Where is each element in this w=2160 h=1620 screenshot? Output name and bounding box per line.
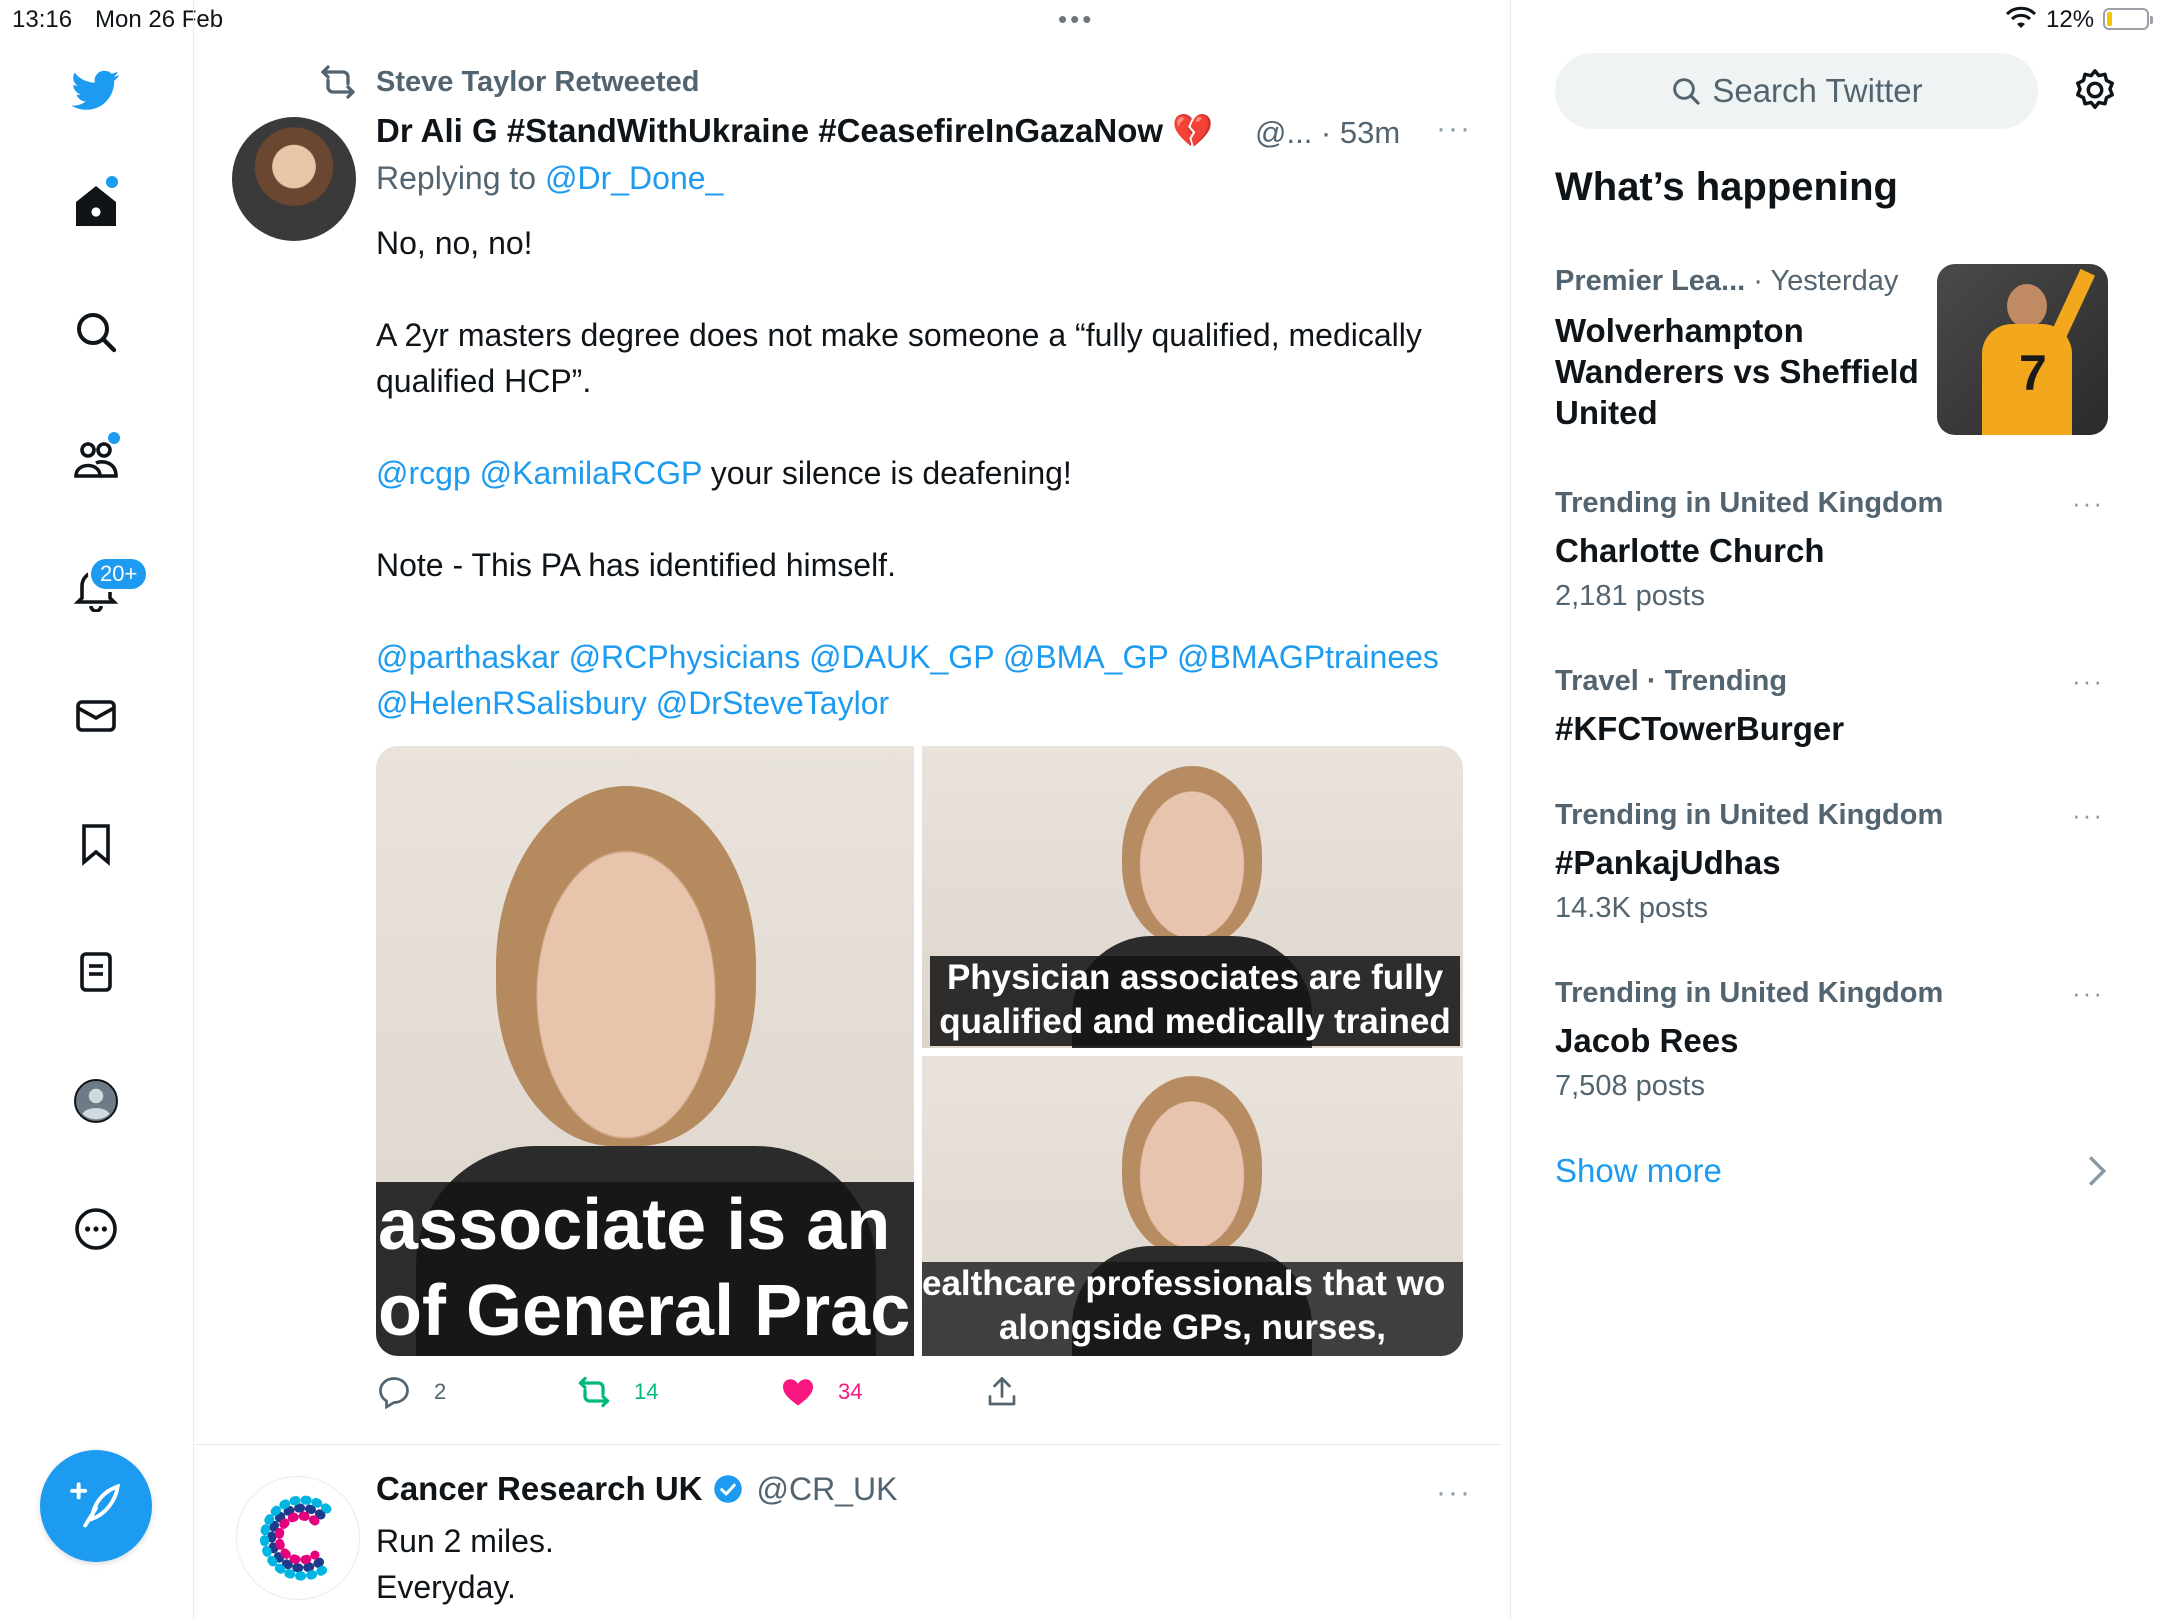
mention-links[interactable]: @parthaskar @RCPhysicians @DAUK_GP @BMA_…	[376, 634, 1476, 726]
messages-icon[interactable]	[68, 688, 124, 744]
trend-title: #KFCTowerBurger	[1555, 710, 1845, 747]
trend-category: Premier Lea...	[1555, 265, 1746, 297]
trend-more-button[interactable]: ···	[2072, 666, 2104, 697]
trend-more-button[interactable]: ···	[2072, 800, 2104, 831]
battery-icon	[2103, 8, 2153, 30]
share-icon	[988, 1377, 1016, 1406]
feather-plus-icon	[70, 1482, 121, 1528]
show-more-link[interactable]: Show more	[1555, 1152, 1722, 1190]
author-handle[interactable]: @CR_UK	[757, 1471, 898, 1508]
tweet-line: Everyday.	[376, 1569, 516, 1605]
heart-filled-icon	[783, 1379, 813, 1406]
wifi-icon	[2006, 6, 2036, 28]
replying-to-label: Replying to	[376, 160, 537, 196]
search-input[interactable]: Search Twitter	[1555, 53, 2038, 129]
sidebar-divider	[1510, 0, 1511, 1620]
profile-avatar-icon[interactable]	[68, 1073, 124, 1129]
trend-title: #PankajUdhas	[1555, 844, 1781, 881]
video-caption: Physician associates are fully	[946, 958, 1444, 997]
trend-post-count: 14.3K posts	[1555, 892, 1709, 924]
search-icon[interactable]	[68, 304, 124, 360]
tweet-line-text: your silence is deafening!	[701, 455, 1072, 491]
reply-count: 2	[434, 1379, 447, 1404]
battery-percent: 12%	[2046, 6, 2095, 33]
home-unread-dot	[106, 176, 118, 188]
trend-category: Trending in United Kingdom	[1555, 799, 1944, 831]
twitter-logo-icon[interactable]	[68, 62, 124, 118]
video-caption: of General Prac	[378, 1271, 911, 1351]
compose-tweet-button[interactable]	[40, 1450, 152, 1562]
tweet-line: @rcgp @KamilaRCGP your silence is deafen…	[376, 450, 1476, 496]
trend-category: Trending in United Kingdom	[1555, 487, 1944, 519]
tweet-more-button[interactable]: ···	[1436, 112, 1472, 146]
retweet-icon	[578, 1376, 610, 1408]
author-handle-time[interactable]: @... · 53m	[1255, 115, 1400, 151]
trend-thumbnail: 7	[1937, 264, 2108, 435]
trend-time: · Yesterday	[1745, 265, 1899, 297]
trend-category: Trending in United Kingdom	[1555, 977, 1944, 1009]
video-caption: associate is an	[378, 1185, 891, 1265]
retweeted-by-label: Steve Taylor Retweeted	[376, 65, 700, 98]
communities-unread-dot	[108, 432, 120, 444]
lists-icon[interactable]	[68, 944, 124, 1000]
status-time: 13:16	[12, 6, 73, 33]
trend-title: Charlotte Church	[1555, 532, 1825, 569]
tweet-line: No, no, no!	[376, 225, 533, 261]
cancer-research-uk-logo[interactable]	[236, 1476, 360, 1600]
media-grid: associate is an of General Prac Physicia…	[376, 746, 1463, 1356]
author-name-row: Cancer Research UK @CR_UK	[376, 1470, 897, 1508]
share-button[interactable]	[984, 1374, 1042, 1410]
communities-icon[interactable]	[68, 432, 124, 488]
section-title: What’s happening	[1555, 165, 1898, 209]
video-caption: qualified and medically trained	[939, 1002, 1451, 1041]
verified-badge-icon	[713, 1475, 742, 1503]
like-count: 34	[838, 1379, 863, 1404]
author-avatar[interactable]	[232, 117, 356, 241]
home-icon[interactable]	[68, 176, 124, 234]
trend-title: Jacob Rees	[1555, 1022, 1739, 1059]
multitask-dots[interactable]: •••	[1058, 4, 1094, 35]
trend-title: Wolverhampton Wanderers vs Sheffield Uni…	[1555, 312, 1919, 431]
trend-post-count: 7,508 posts	[1555, 1070, 1705, 1102]
video-thumbnail-top-right[interactable]: Physician associates are fully qualified…	[922, 746, 1463, 1048]
search-icon	[1673, 78, 1700, 105]
trend-category: Travel · Trending	[1555, 665, 1788, 697]
video-thumbnail-large[interactable]: associate is an of General Prac	[376, 746, 914, 1356]
more-options-icon[interactable]	[68, 1201, 124, 1257]
retweet-context: Steve Taylor Retweeted	[318, 62, 699, 102]
video-thumbnail-bottom-right[interactable]: ealthcare professionals that wo alongsid…	[922, 1056, 1463, 1356]
bookmarks-icon[interactable]	[68, 816, 124, 872]
reply-icon	[379, 1377, 409, 1410]
video-caption: ealthcare professionals that wo	[922, 1264, 1446, 1303]
tweet-more-button[interactable]: ···	[1436, 1476, 1472, 1510]
search-placeholder: Search Twitter	[1712, 72, 1923, 109]
tweet-line: Run 2 miles.	[376, 1523, 554, 1559]
mention-links[interactable]: @rcgp @KamilaRCGP	[376, 455, 702, 491]
chevron-right-icon	[2088, 1156, 2107, 1186]
author-name[interactable]: Cancer Research UK	[376, 1470, 703, 1508]
trend-meta: Premier Lea... · Yesterday	[1555, 265, 1898, 298]
tweet-separator	[193, 1444, 1501, 1445]
nav-divider	[193, 0, 194, 1620]
status-bar: 13:16 Mon 26 Feb ••• 12%	[0, 0, 2160, 40]
trend-more-button[interactable]: ···	[2072, 488, 2104, 519]
settings-gear-icon[interactable]	[2072, 67, 2118, 113]
retweet-icon	[321, 65, 355, 99]
notifications-badge: 20+	[88, 556, 150, 592]
tweet-line: A 2yr masters degree does not make someo…	[376, 317, 1422, 399]
like-button[interactable]: 34	[780, 1374, 862, 1410]
tweet-body: No, no, no! A 2yr masters degree does no…	[376, 220, 1476, 772]
tweet-body: Run 2 miles. Everyday.	[376, 1518, 554, 1610]
video-caption: alongside GPs, nurses,	[998, 1308, 1387, 1347]
tweet-line: Note - This PA has identified himself.	[376, 547, 896, 583]
retweet-button[interactable]: 14	[576, 1374, 658, 1410]
trend-more-button[interactable]: ···	[2072, 978, 2104, 1009]
replying-to: Replying to @Dr_Done_	[376, 160, 723, 197]
reply-button[interactable]: 2	[376, 1374, 446, 1410]
author-name[interactable]: Dr Ali G #StandWithUkraine #CeasefireInG…	[376, 112, 1213, 151]
status-date: Mon 26 Feb	[95, 6, 224, 33]
retweet-count: 14	[634, 1379, 659, 1404]
trend-post-count: 2,181 posts	[1555, 580, 1705, 612]
replying-to-handle-link[interactable]: @Dr_Done_	[545, 160, 723, 196]
